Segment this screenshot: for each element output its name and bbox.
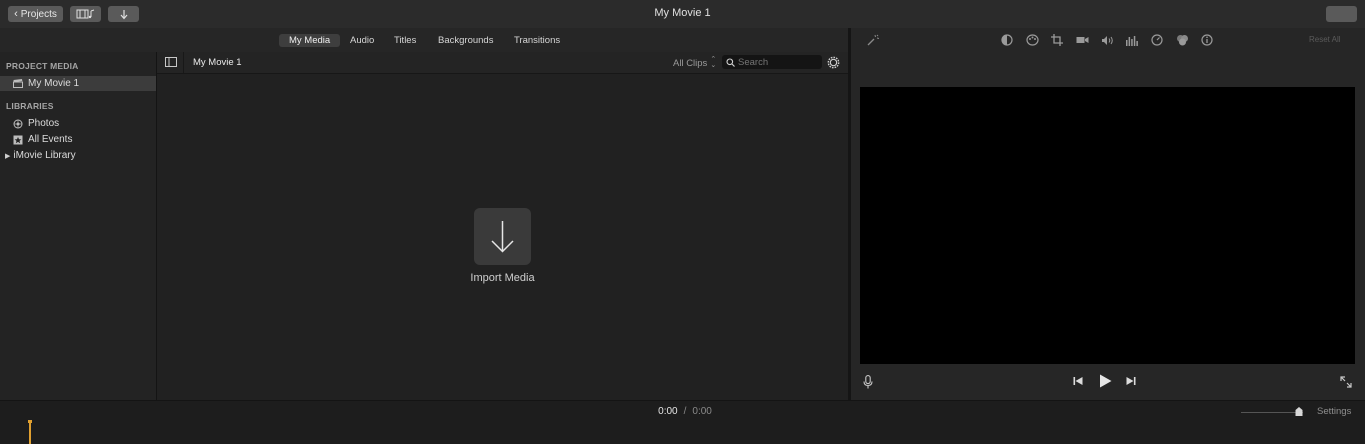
import-media-label: Import Media: [470, 272, 535, 284]
skip-back-icon[interactable]: [1072, 375, 1084, 387]
magic-wand-icon[interactable]: [865, 33, 879, 47]
project-media-heading: PROJECT MEDIA: [6, 61, 79, 71]
info-icon[interactable]: [1200, 33, 1214, 47]
volume-icon[interactable]: [1100, 33, 1114, 47]
time-separator: /: [683, 406, 687, 417]
timeline-settings-button[interactable]: Settings: [1317, 406, 1351, 417]
fullscreen-expand-icon[interactable]: [1339, 375, 1353, 389]
toolbar-divider: [183, 52, 184, 73]
clip-filter-icon[interactable]: [1175, 33, 1189, 47]
sidebar-item-my-movie-1[interactable]: My Movie 1: [0, 76, 156, 91]
play-icon[interactable]: [1097, 373, 1113, 389]
libraries-sidebar: PROJECT MEDIA My Movie 1 LIBRARIES Photo…: [0, 52, 157, 400]
timecode-display: 0:00 / 0:00: [620, 406, 750, 417]
color-correction-icon[interactable]: [1025, 33, 1039, 47]
clapperboard-icon: [13, 79, 23, 89]
sidebar-item-all-events[interactable]: All Events: [0, 132, 156, 147]
zoom-slider-thumb[interactable]: [1295, 407, 1303, 416]
tab-transitions[interactable]: Transitions: [504, 34, 570, 47]
sidebar-toggle-icon[interactable]: [164, 56, 177, 68]
search-icon: [726, 57, 735, 67]
tab-audio[interactable]: Audio: [340, 34, 384, 47]
share-button[interactable]: [1326, 6, 1357, 22]
clip-filter-select[interactable]: All Clips ⌃ ⌄: [673, 56, 717, 69]
playhead-cap: [28, 420, 32, 423]
timeline-bar: 0:00 / 0:00 Settings: [0, 400, 1365, 444]
sidebar-item-photos[interactable]: Photos: [0, 116, 156, 131]
reset-all-button[interactable]: Reset All: [1309, 35, 1341, 44]
total-time: 0:00: [692, 406, 712, 417]
current-time: 0:00: [658, 406, 678, 417]
voiceover-microphone-icon[interactable]: [862, 374, 874, 389]
window-title: My Movie 1: [654, 7, 711, 19]
sidebar-item-label: All Events: [28, 134, 73, 145]
browser-settings-gear-icon[interactable]: [826, 55, 840, 69]
libraries-heading: LIBRARIES: [6, 101, 54, 111]
search-input[interactable]: [738, 56, 818, 68]
speed-icon[interactable]: [1150, 33, 1164, 47]
import-arrow-icon: [491, 221, 514, 253]
tab-backgrounds[interactable]: Backgrounds: [428, 34, 503, 47]
tab-my-media[interactable]: My Media: [279, 34, 341, 47]
star-box-icon: [13, 135, 23, 145]
media-browser: Import Media: [157, 74, 848, 400]
browser-title: My Movie 1: [193, 57, 242, 68]
tab-titles[interactable]: Titles: [384, 34, 426, 47]
title-bar: ‹ Projects My Movie 1: [0, 0, 1365, 29]
browser-toolbar: My Movie 1 All Clips ⌃ ⌄: [157, 52, 848, 74]
search-field[interactable]: [722, 55, 822, 69]
sidebar-item-label: Photos: [28, 118, 60, 129]
sidebar-item-label: iMovie Library: [13, 150, 76, 161]
stabilization-icon[interactable]: [1075, 33, 1089, 47]
sidebar-item-imovie-library[interactable]: ▶ iMovie Library: [0, 148, 156, 163]
zoom-slider-track[interactable]: [1241, 412, 1303, 413]
clip-filter-label: All Clips: [673, 57, 708, 69]
viewer-screen: [860, 87, 1355, 364]
skip-forward-icon[interactable]: [1125, 375, 1137, 387]
equalizer-icon[interactable]: [1125, 33, 1139, 47]
import-media-button[interactable]: [474, 208, 531, 265]
updown-chevron-icon: ⌃ ⌄: [710, 56, 717, 69]
disclosure-triangle-icon[interactable]: ▶: [5, 152, 10, 160]
sidebar-item-label: My Movie 1: [28, 78, 80, 89]
playhead[interactable]: [29, 420, 31, 444]
color-balance-icon[interactable]: [1000, 33, 1014, 47]
photos-icon: [13, 119, 23, 129]
crop-icon[interactable]: [1050, 33, 1064, 47]
